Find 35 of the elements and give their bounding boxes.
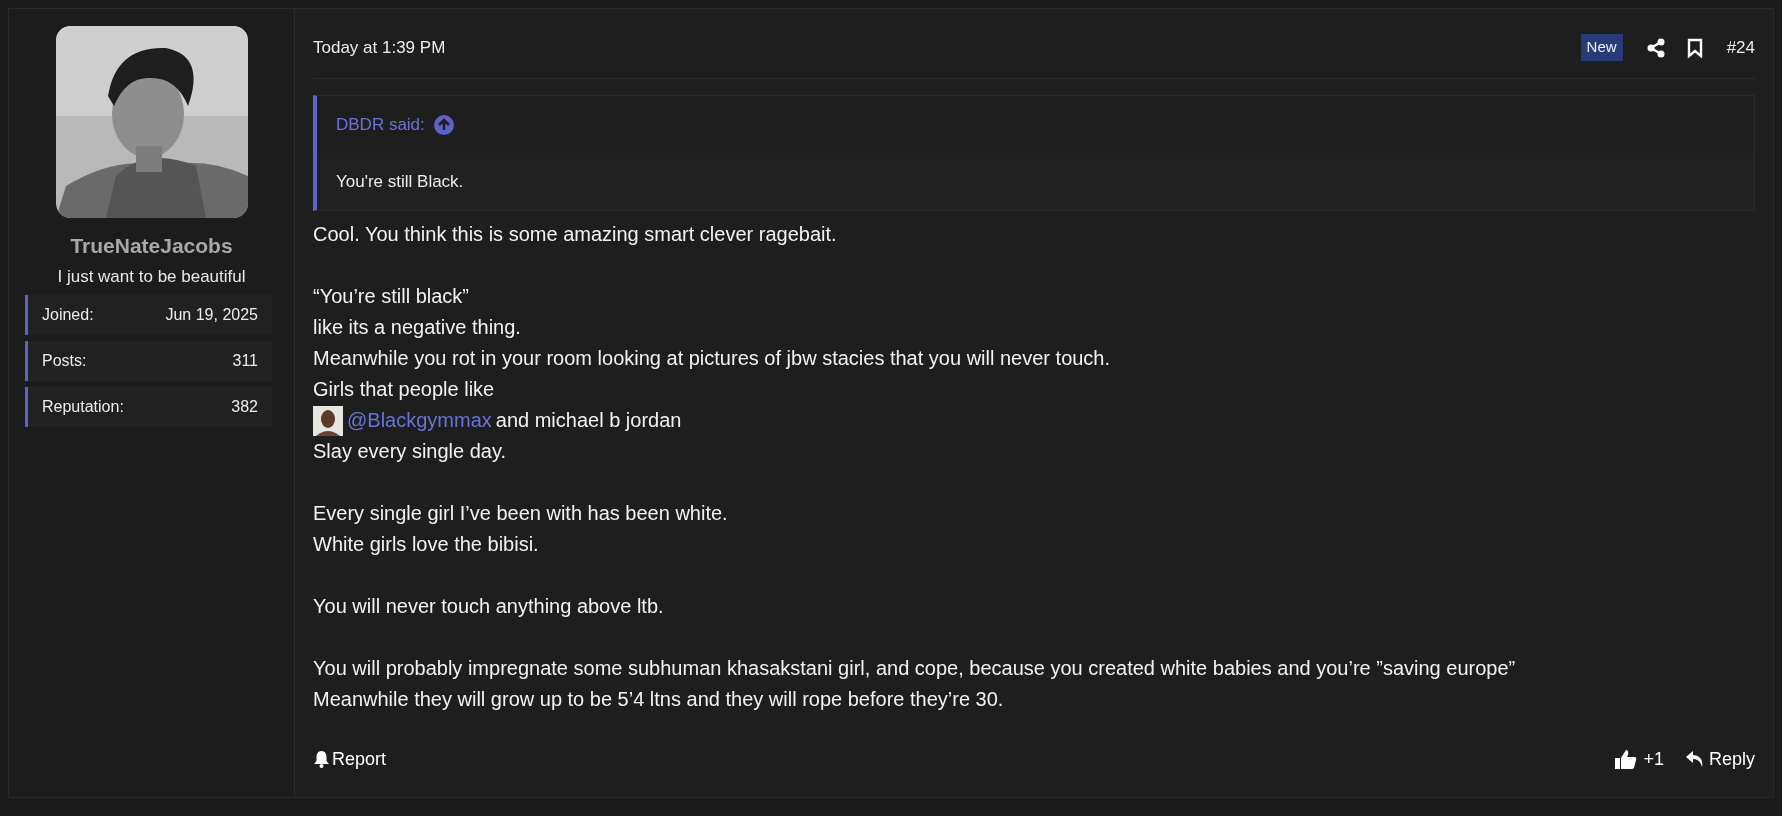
post-text-line: Meanwhile they will grow up to be 5’4 ltns and they will rope before they’re 30. — [313, 687, 1005, 712]
post-text-line: White girls love the bibisi. — [313, 532, 540, 557]
reply-button[interactable]: Reply — [1685, 745, 1755, 773]
stat-value: 382 — [231, 397, 258, 417]
stat-label: Joined: — [42, 305, 94, 325]
new-badge: New — [1580, 34, 1623, 61]
post-text-line: and michael b jordan — [495, 408, 682, 433]
stat-label: Posts: — [42, 351, 87, 371]
post-text-line: Cool. You think this is some amazing smart clever ragebait. — [313, 222, 838, 247]
stat-label: Reputation: — [42, 397, 124, 417]
post-time[interactable]: Today at 1:39 PM — [313, 34, 1581, 61]
username: TrueNateJacobs — [70, 233, 233, 259]
post-text-line: Meanwhile you rot in your room looking at pictures of jbw stacies that you will never touch. — [313, 346, 1112, 371]
post-text-line: You will never touch anything above ltb. — [313, 594, 665, 619]
reply-icon — [1685, 751, 1704, 767]
bell-icon — [313, 750, 330, 768]
report-button[interactable]: Report — [313, 745, 387, 773]
post-number[interactable]: #24 — [1726, 34, 1755, 61]
like-button[interactable]: +1 — [1615, 745, 1664, 773]
post-text-line: Every single girl I’ve been with has been white. — [313, 501, 729, 526]
post-text-line: “You’re still black” — [313, 284, 470, 309]
post-text-line: Slay every single day. — [313, 439, 508, 464]
post-text-line: Girls that people like — [313, 377, 496, 402]
thumbs-up-icon — [1615, 749, 1638, 769]
post-text-line: like its a negative thing. — [313, 315, 522, 340]
arrow-up-icon[interactable] — [433, 114, 454, 135]
quote-author[interactable]: DBDR said: — [336, 111, 425, 138]
user-title: I just want to be beautiful — [57, 265, 246, 288]
bookmark-icon[interactable] — [1686, 37, 1703, 58]
stat-value: 311 — [232, 351, 258, 371]
stat-value: Jun 19, 2025 — [165, 305, 258, 325]
post-text-line: You will probably impregnate some subhuman khasakstani girl, and cope, because you created white babies and you’re ”saving europe” — [313, 656, 1517, 681]
share-icon[interactable] — [1646, 37, 1665, 58]
user-mention-link[interactable]: @Blackgymmax — [347, 405, 492, 436]
quote-text: You're still Black. — [335, 170, 465, 193]
